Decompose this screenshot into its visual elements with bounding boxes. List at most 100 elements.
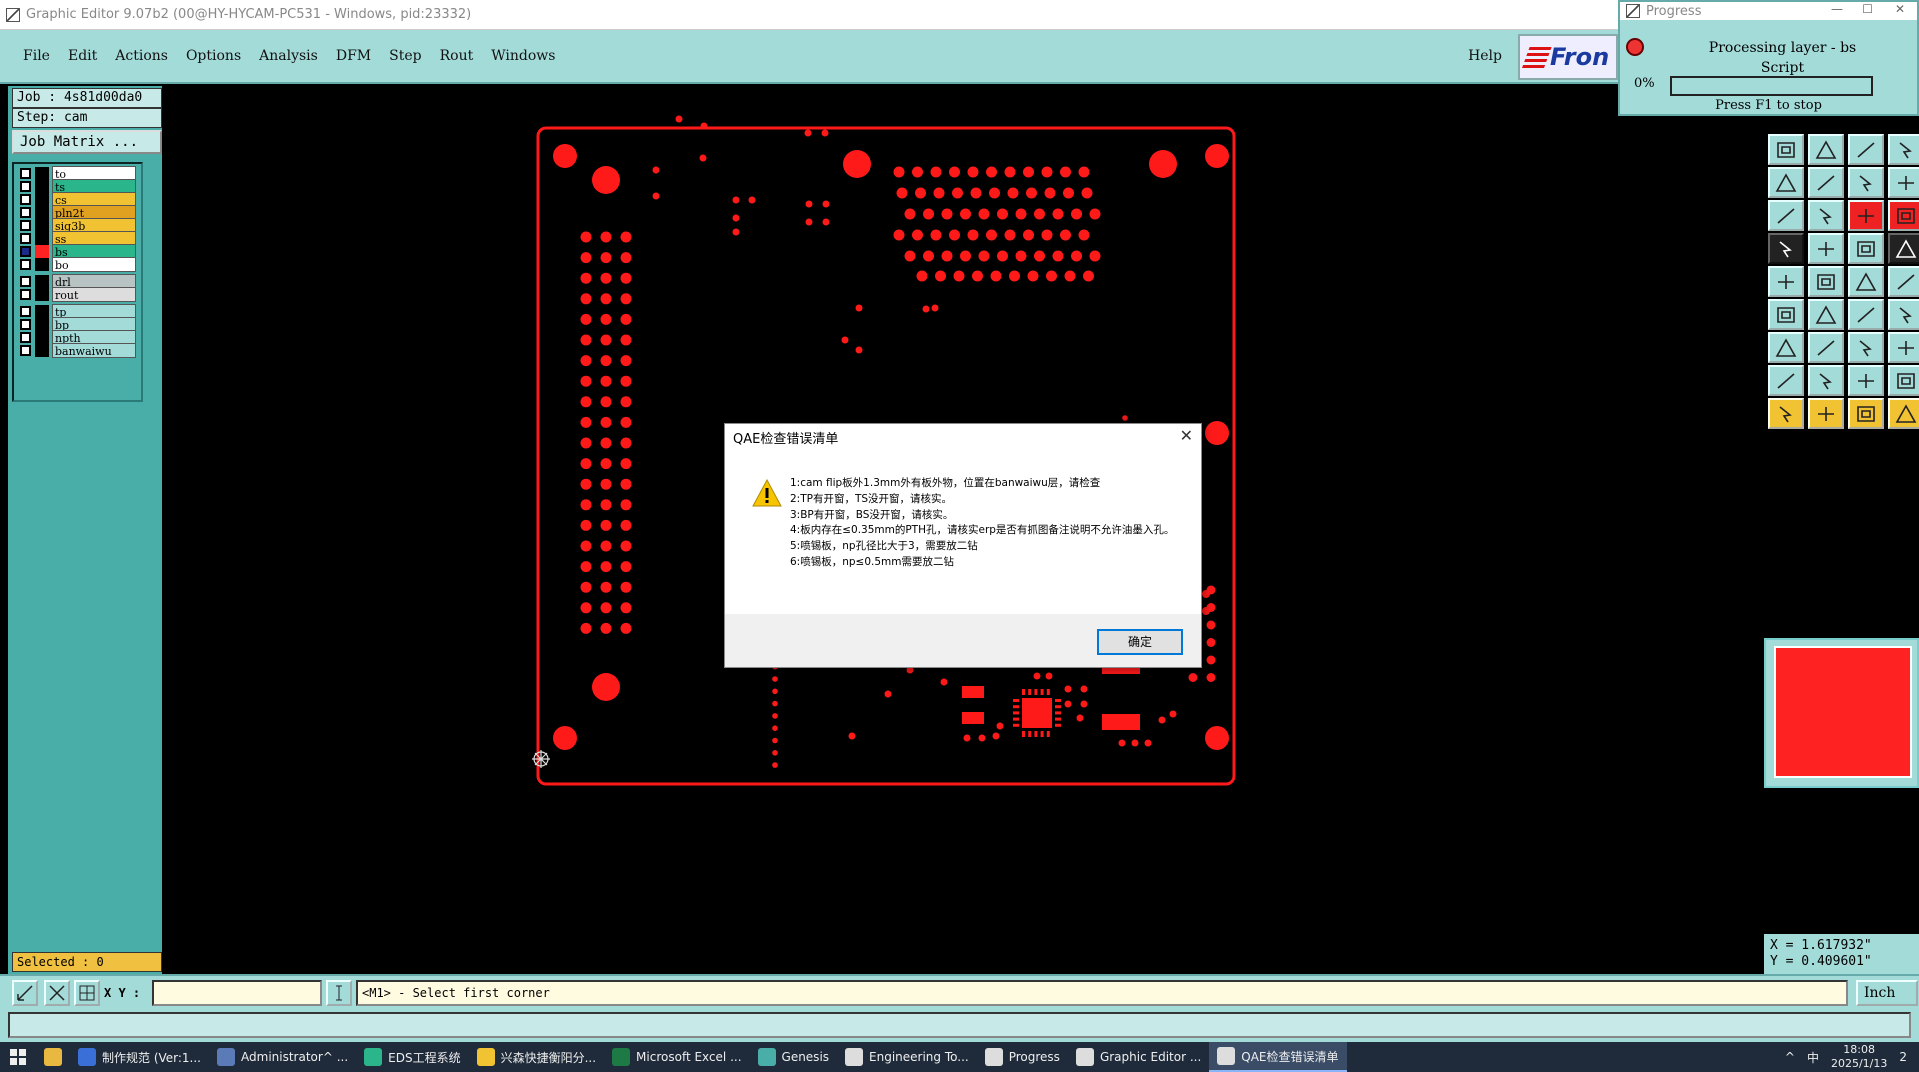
- taskbar-app-3[interactable]: 兴森快捷衡阳分...: [469, 1042, 604, 1072]
- layer-checkbox[interactable]: [20, 194, 31, 205]
- tool-button[interactable]: [1848, 365, 1884, 396]
- tool-button[interactable]: [1888, 398, 1919, 429]
- menu-help[interactable]: Help: [1468, 48, 1502, 64]
- layer-row-banwaiwu[interactable]: banwaiwu: [18, 343, 138, 358]
- notification-count[interactable]: 2: [1899, 1050, 1907, 1064]
- tool-button[interactable]: [1808, 299, 1844, 330]
- menu-file[interactable]: File: [14, 48, 59, 64]
- tool-button[interactable]: [1808, 167, 1844, 198]
- menu-edit[interactable]: Edit: [59, 48, 106, 64]
- tool-button[interactable]: [1888, 332, 1919, 363]
- menu-options[interactable]: Options: [177, 48, 250, 64]
- tool-button[interactable]: [1768, 398, 1804, 429]
- layer-checkbox[interactable]: [20, 319, 31, 330]
- menu-rout[interactable]: Rout: [431, 48, 483, 64]
- stop-icon[interactable]: [1626, 38, 1644, 56]
- tool-button[interactable]: [1848, 167, 1884, 198]
- snap-button[interactable]: [44, 980, 70, 1006]
- tool-button[interactable]: [1888, 233, 1919, 264]
- tool-button[interactable]: [1888, 299, 1919, 330]
- xy-input[interactable]: [152, 980, 322, 1006]
- layer-checkbox[interactable]: [20, 332, 31, 343]
- menu-windows[interactable]: Windows: [482, 48, 564, 64]
- connector-pad: [580, 375, 592, 387]
- grid-button[interactable]: [74, 980, 100, 1006]
- maximize-button[interactable]: ☐: [1862, 2, 1873, 16]
- tool-button[interactable]: [1768, 134, 1804, 165]
- tool-button[interactable]: [1808, 332, 1844, 363]
- layer-name[interactable]: bo: [52, 257, 136, 272]
- tool-button[interactable]: [1888, 266, 1919, 297]
- tool-button[interactable]: [1768, 233, 1804, 264]
- tool-button[interactable]: [1848, 233, 1884, 264]
- layer-checkbox[interactable]: [20, 207, 31, 218]
- menu-actions[interactable]: Actions: [106, 48, 177, 64]
- close-button[interactable]: ✕: [1895, 2, 1905, 16]
- tool-button[interactable]: [1768, 365, 1804, 396]
- dialog-close-icon[interactable]: ✕: [1180, 426, 1193, 445]
- taskbar-app-8[interactable]: Graphic Editor ...: [1068, 1042, 1209, 1072]
- minimize-button[interactable]: —: [1831, 2, 1843, 16]
- tool-button[interactable]: [1768, 200, 1804, 231]
- menu-dfm[interactable]: DFM: [327, 48, 380, 64]
- taskbar-app-2[interactable]: EDS工程系统: [356, 1042, 468, 1072]
- layer-checkbox[interactable]: [20, 181, 31, 192]
- tool-button[interactable]: [1768, 299, 1804, 330]
- layer-row-rout[interactable]: rout: [18, 287, 138, 302]
- layer-name[interactable]: rout: [52, 287, 136, 302]
- taskbar-app-7[interactable]: Progress: [977, 1042, 1068, 1072]
- layer-name[interactable]: banwaiwu: [52, 343, 136, 358]
- layer-checkbox[interactable]: [20, 276, 31, 287]
- tool-button[interactable]: [1848, 398, 1884, 429]
- layer-color-swatch[interactable]: [35, 344, 49, 357]
- tool-button[interactable]: [1848, 266, 1884, 297]
- job-matrix-button[interactable]: Job Matrix ...: [12, 130, 162, 154]
- tool-button[interactable]: [1808, 233, 1844, 264]
- layer-checkbox[interactable]: [20, 168, 31, 179]
- layer-checkbox[interactable]: [20, 220, 31, 231]
- layer-row-bo[interactable]: bo: [18, 257, 138, 272]
- units-button[interactable]: Inch: [1856, 980, 1918, 1006]
- menu-analysis[interactable]: Analysis: [250, 48, 327, 64]
- ime-indicator[interactable]: 中: [1807, 1049, 1819, 1066]
- taskbar-app-5[interactable]: Genesis: [750, 1042, 838, 1072]
- ok-button[interactable]: 确定: [1097, 629, 1183, 655]
- layer-checkbox[interactable]: [20, 233, 31, 244]
- tool-button[interactable]: [1808, 134, 1844, 165]
- zoom-window-button[interactable]: [12, 980, 38, 1006]
- taskbar-app-1[interactable]: Administrator^ ...: [209, 1042, 356, 1072]
- tool-button[interactable]: [1888, 134, 1919, 165]
- tool-button[interactable]: [1808, 266, 1844, 297]
- layer-checkbox[interactable]: [20, 246, 31, 257]
- tool-button[interactable]: [1888, 365, 1919, 396]
- tool-button[interactable]: [1768, 266, 1804, 297]
- tool-button[interactable]: [1768, 167, 1804, 198]
- taskbar-app-9[interactable]: QAE检查错误清单: [1209, 1042, 1347, 1072]
- tool-button[interactable]: [1808, 398, 1844, 429]
- layer-color-swatch[interactable]: [35, 288, 49, 301]
- tool-button[interactable]: [1888, 167, 1919, 198]
- menu-step[interactable]: Step: [380, 48, 430, 64]
- taskbar-app-0[interactable]: 制作规范 (Ver:1...: [70, 1042, 209, 1072]
- taskbar-app-4[interactable]: Microsoft Excel ...: [604, 1042, 749, 1072]
- file-explorer-button[interactable]: [36, 1042, 70, 1072]
- via: [992, 732, 1000, 740]
- tool-button[interactable]: [1888, 200, 1919, 231]
- layer-checkbox[interactable]: [20, 345, 31, 356]
- start-button[interactable]: [0, 1042, 36, 1072]
- tool-button[interactable]: [1808, 200, 1844, 231]
- tool-button[interactable]: [1848, 299, 1884, 330]
- layer-checkbox[interactable]: [20, 306, 31, 317]
- tool-button[interactable]: [1848, 134, 1884, 165]
- tool-button[interactable]: [1848, 200, 1884, 231]
- layer-color-swatch[interactable]: [35, 258, 49, 271]
- text-cursor-button[interactable]: [326, 980, 352, 1006]
- layer-checkbox[interactable]: [20, 259, 31, 270]
- clock[interactable]: 18:08 2025/1/13: [1831, 1043, 1887, 1071]
- layer-checkbox[interactable]: [20, 289, 31, 300]
- tool-button[interactable]: [1848, 332, 1884, 363]
- chevron-up-icon[interactable]: ^: [1785, 1050, 1795, 1064]
- tool-button[interactable]: [1768, 332, 1804, 363]
- taskbar-app-6[interactable]: Engineering To...: [837, 1042, 977, 1072]
- tool-button[interactable]: [1808, 365, 1844, 396]
